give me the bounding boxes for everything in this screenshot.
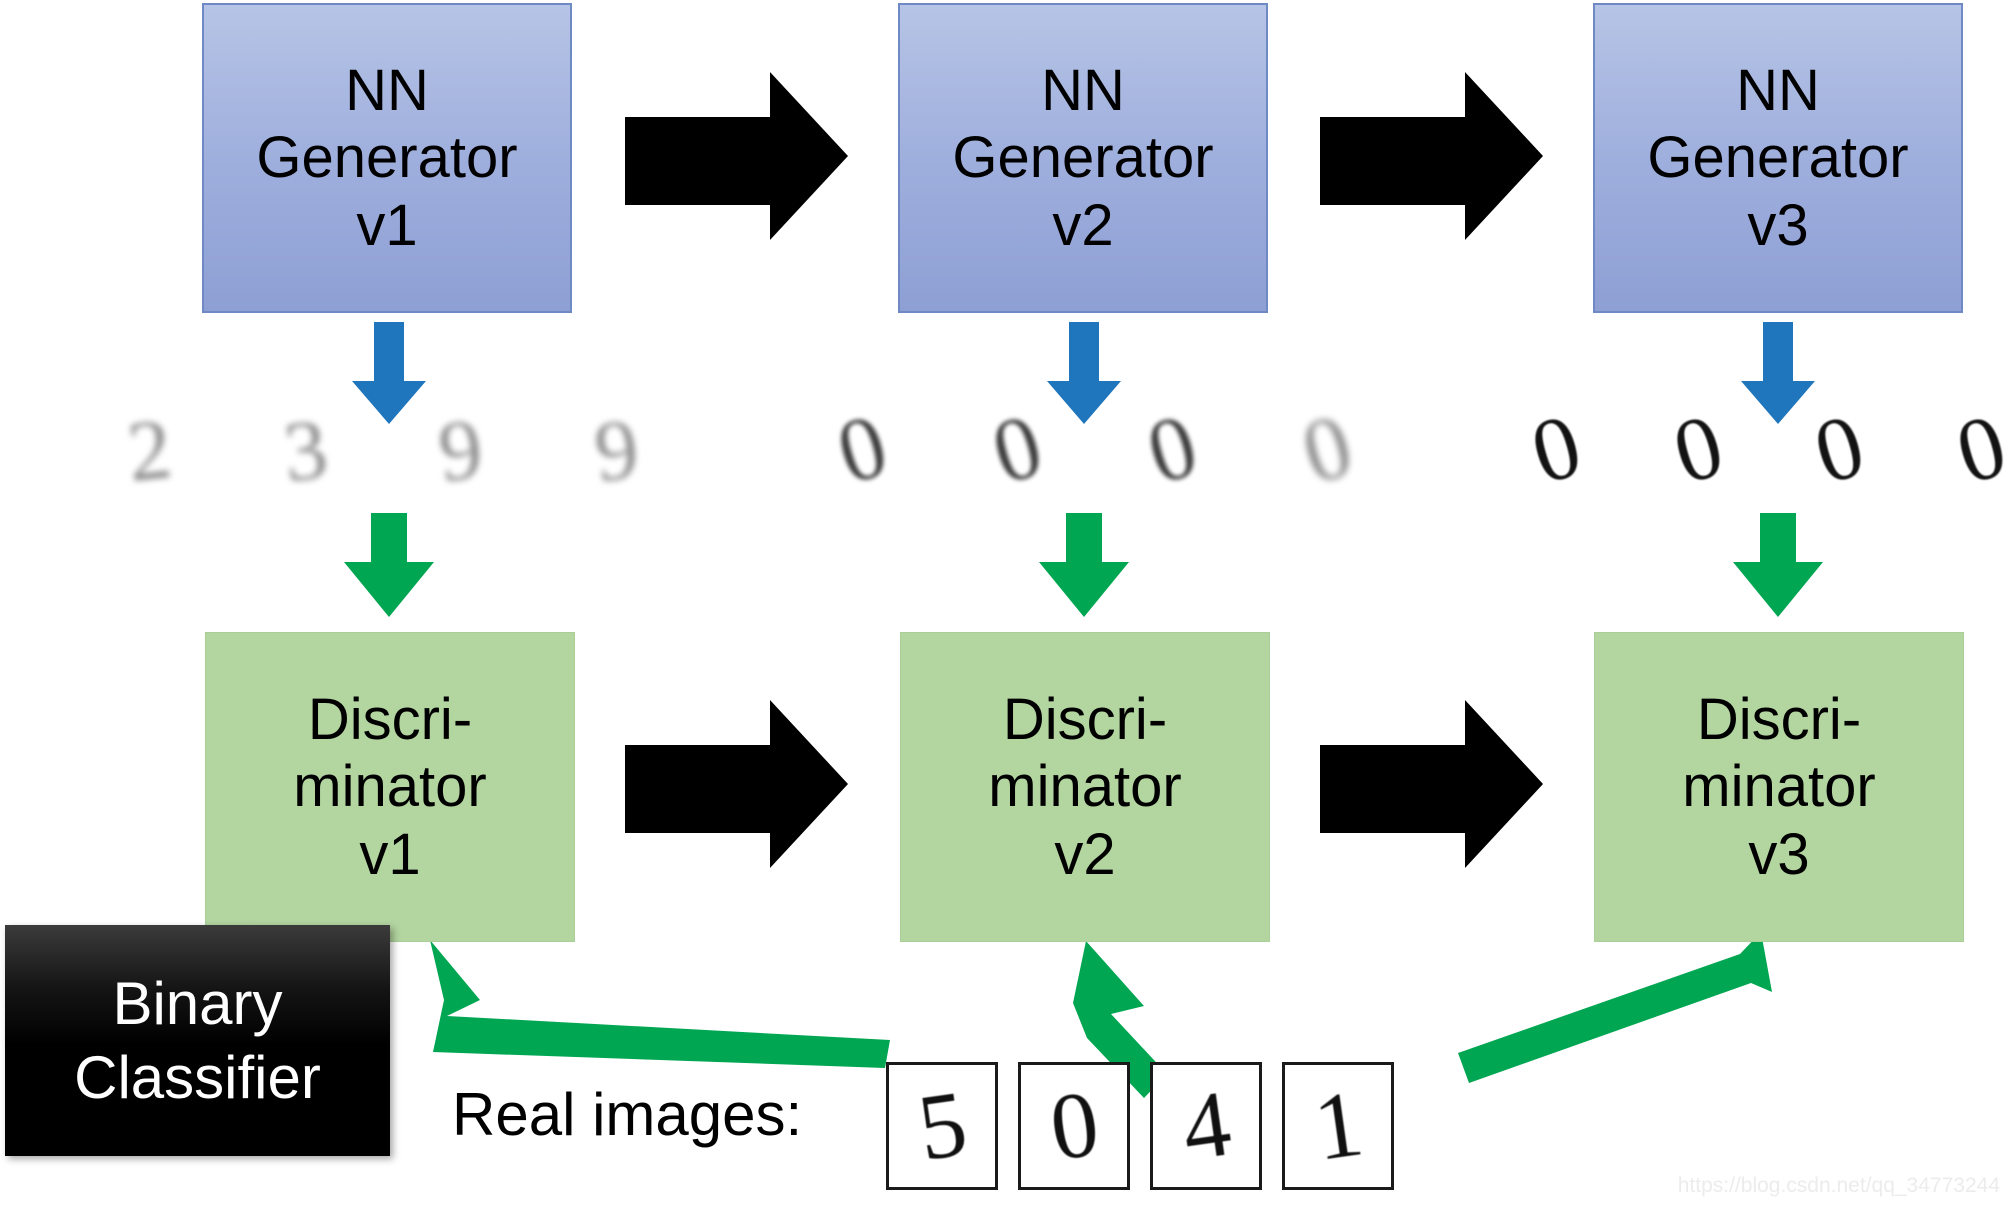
discriminator-v2-line3: v2 — [1054, 821, 1116, 887]
generated-sample: 9 — [434, 400, 488, 500]
generated-samples-v2: 0 0 0 0 — [827, 395, 1363, 505]
generator-box-v1[interactable]: NN Generator v1 — [202, 3, 572, 313]
generated-sample: 0 — [1137, 395, 1208, 504]
green-arrow-samples-to-disc2 — [1039, 513, 1129, 617]
generator-v2-line2: Generator — [952, 125, 1214, 191]
generator-v1-line3: v1 — [356, 192, 418, 258]
generator-v3-line2: Generator — [1647, 125, 1909, 191]
discriminator-v3-line2: minator — [1682, 754, 1876, 820]
generator-v2-line1: NN — [1041, 58, 1125, 124]
real-image-digit: 4 — [1175, 1071, 1237, 1181]
discriminator-box-v2[interactable]: Discri- minator v2 — [900, 632, 1270, 942]
green-arrow-real-to-disc3 — [1458, 932, 1772, 1083]
real-image-digit: 0 — [1043, 1071, 1105, 1181]
generator-v2-line3: v2 — [1052, 192, 1114, 258]
discriminator-v1-line1: Discri- — [307, 687, 473, 753]
discriminator-v3-line1: Discri- — [1696, 687, 1862, 753]
discriminator-v2-line1: Discri- — [1002, 687, 1168, 753]
discriminator-v2-line2: minator — [988, 754, 1182, 820]
generated-sample: 0 — [1292, 395, 1363, 504]
black-arrow-gen-2to3 — [1320, 72, 1543, 240]
generated-samples-v3: 0 0 0 0 — [1521, 395, 2012, 505]
generated-sample: 0 — [1804, 395, 1875, 504]
binary-classifier-line1: Binary — [112, 970, 283, 1038]
real-image-cell[interactable]: 0 — [1018, 1062, 1130, 1190]
real-image-digit: 1 — [1307, 1071, 1369, 1181]
binary-classifier-plaque[interactable]: Binary Classifier — [5, 925, 390, 1156]
real-image-cell[interactable]: 1 — [1282, 1062, 1394, 1190]
discriminator-box-v3[interactable]: Discri- minator v3 — [1594, 632, 1964, 942]
discriminator-v1-line2: minator — [293, 754, 487, 820]
real-image-cell[interactable]: 5 — [886, 1062, 998, 1190]
binary-classifier-line2: Classifier — [74, 1043, 321, 1111]
black-arrow-disc-1to2 — [625, 700, 848, 868]
generated-sample: 2 — [123, 400, 176, 500]
discriminator-box-v1[interactable]: Discri- minator v1 — [205, 632, 575, 942]
black-arrow-gen-1to2 — [625, 72, 848, 240]
generated-sample: 0 — [1521, 395, 1592, 504]
generator-box-v3[interactable]: NN Generator v3 — [1593, 3, 1963, 313]
generator-box-v2[interactable]: NN Generator v2 — [898, 3, 1268, 313]
real-image-digit: 5 — [911, 1071, 973, 1181]
generator-v1-line2: Generator — [256, 125, 518, 191]
generated-sample: 3 — [278, 400, 332, 500]
real-images-label: Real images: — [452, 1081, 803, 1148]
discriminator-v3-line3: v3 — [1748, 821, 1810, 887]
green-arrow-samples-to-disc1 — [344, 513, 434, 617]
real-image-cell[interactable]: 4 — [1150, 1062, 1262, 1190]
generator-v3-line1: NN — [1736, 58, 1820, 124]
generator-v3-line3: v3 — [1747, 192, 1809, 258]
generated-sample: 0 — [1662, 395, 1734, 504]
gan-diagram-canvas: NN Generator v1 NN Generator v2 NN Gener… — [0, 0, 2012, 1206]
generated-sample: 0 — [1946, 395, 2012, 504]
black-arrow-disc-2to3 — [1320, 700, 1543, 868]
generated-sample: 0 — [982, 395, 1053, 504]
green-arrow-samples-to-disc3 — [1733, 513, 1823, 617]
watermark-text: https://blog.csdn.net/qq_34773244 — [1677, 1174, 2000, 1197]
generated-samples-v1: 2 3 9 9 — [123, 395, 643, 505]
generated-sample: 0 — [827, 395, 898, 504]
discriminator-v1-line3: v1 — [359, 821, 421, 887]
green-arrow-real-to-disc1 — [430, 940, 890, 1068]
generated-sample: 9 — [590, 400, 643, 500]
generator-v1-line1: NN — [345, 58, 429, 124]
